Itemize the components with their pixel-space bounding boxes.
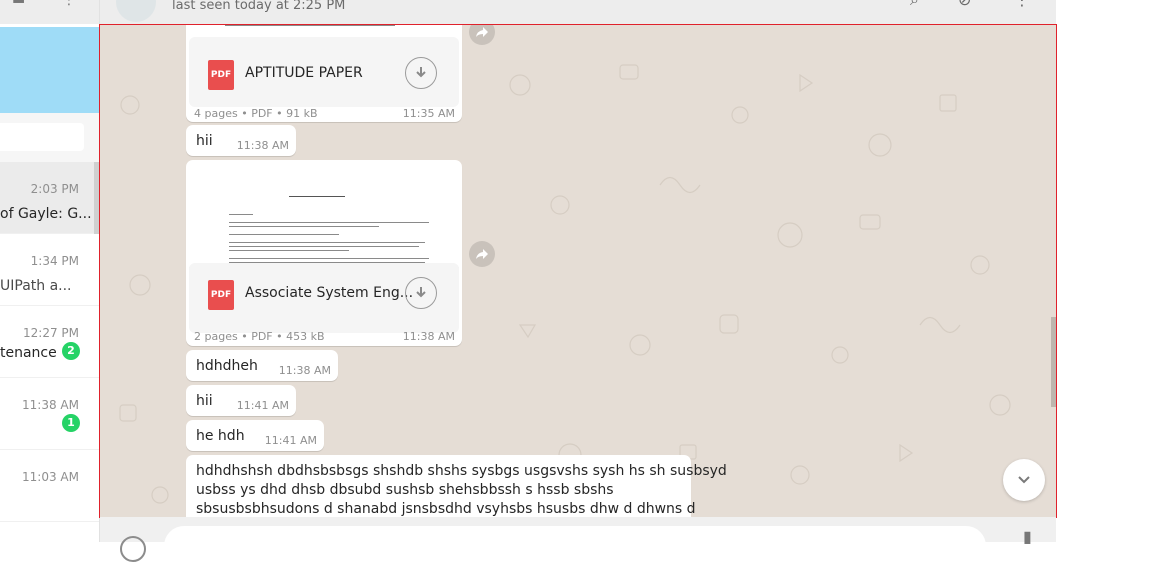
document-preview [189, 164, 459, 268]
pdf-icon: PDF [208, 60, 234, 90]
chat-list-item[interactable]: 2:03 PM of Gayle: G... [0, 162, 99, 234]
text-message[interactable]: hii 11:41 AM [186, 385, 296, 416]
download-icon [416, 67, 426, 78]
search-input[interactable] [0, 123, 84, 151]
pdf-icon: PDF [208, 280, 234, 310]
document-type: PDF [251, 107, 273, 120]
chat-list-item[interactable]: 11:38 AM 1 [0, 378, 99, 450]
chat-list-sidebar: ▬ ⋮ 2:03 PM of Gayle: G... 1:34 PM UIPat… [0, 0, 100, 542]
document-name: Associate System Eng... [245, 285, 414, 301]
document-size: 453 kB [286, 330, 325, 343]
document-message[interactable]: PDF Associate System Eng... 2 pages • PD… [186, 160, 462, 346]
meta-dot: • [276, 107, 283, 120]
meta-dot: • [276, 330, 283, 343]
chat-list-item[interactable]: 1:34 PM UIPath a... [0, 234, 99, 306]
chat-time: 11:38 AM [22, 398, 79, 412]
document-card[interactable]: PDF Associate System Eng... [189, 263, 459, 333]
message-text-line: hdhdhshsh dbdhsbsbsgs shshdb shshs sysbg… [196, 463, 727, 479]
meta-dot: • [241, 107, 248, 120]
message-text-line: sbsusbsbhsudons d shanabd jsnsbsdhd vsyh… [196, 501, 696, 517]
message-input[interactable] [164, 526, 986, 550]
chat-time: 2:03 PM [30, 182, 79, 196]
chat-preview: of Gayle: G... [0, 206, 92, 222]
mic-icon[interactable]: ▮ [1023, 527, 1032, 546]
document-size: 91 kB [286, 107, 318, 120]
text-message[interactable]: he hdh 11:41 AM [186, 420, 324, 451]
chat-preview: UIPath a... [0, 278, 72, 294]
attach-icon[interactable]: ⊘ [958, 0, 971, 9]
unread-badge: 1 [62, 414, 80, 432]
message-text: hii [196, 133, 213, 149]
sidebar-header: ▬ ⋮ [0, 0, 99, 24]
forward-icon [476, 249, 488, 259]
conversation-scrollbar[interactable] [1051, 317, 1056, 407]
document-meta: 2 pages • PDF • 453 kB [194, 330, 325, 343]
document-pages: 4 pages [194, 107, 238, 120]
forward-button[interactable] [469, 241, 495, 267]
document-meta: 4 pages • PDF • 91 kB [194, 107, 318, 120]
search-icon[interactable]: ⌕ [910, 0, 919, 10]
search-row [0, 113, 99, 162]
menu-icon[interactable]: ⋮ [62, 0, 76, 8]
meta-dot: • [241, 330, 248, 343]
message-time: 11:38 AM [402, 330, 455, 343]
conversation-panel: PDF APTITUDE PAPER 4 pages • PDF • 91 kB… [99, 24, 1057, 518]
document-card[interactable]: PDF APTITUDE PAPER [189, 37, 459, 107]
chat-list-item[interactable]: 12:27 PM tenance 2 [0, 306, 99, 378]
conversation-header: last seen today at 2:25 PM ⌕ ⊘ ⋮ [100, 0, 1056, 24]
chat-time: 1:34 PM [30, 254, 79, 268]
document-name: APTITUDE PAPER [245, 65, 363, 81]
chat-list-item[interactable]: 11:03 AM [0, 450, 99, 522]
text-message[interactable]: hii 11:38 AM [186, 125, 296, 156]
message-text: hdhdheh [196, 358, 258, 374]
document-pages: 2 pages [194, 330, 238, 343]
notification-banner[interactable] [0, 27, 99, 113]
text-message[interactable]: hdhdheh 11:38 AM [186, 350, 338, 381]
text-message[interactable]: hdhdhshsh dbdhsbsbsgs shshdb shshs sysbg… [186, 455, 727, 517]
message-text: he hdh [196, 428, 245, 444]
message-time: 11:41 AM [264, 434, 317, 447]
chat-time: 12:27 PM [23, 326, 79, 340]
chevron-down-icon [1018, 476, 1030, 484]
contact-status: last seen today at 2:25 PM [172, 0, 346, 13]
message-time: 11:35 AM [402, 107, 455, 120]
composer-bar: ▮ [100, 517, 1056, 562]
contact-avatar[interactable] [116, 0, 156, 22]
message-time: 11:38 AM [236, 139, 289, 152]
unread-badge: 2 [62, 342, 80, 360]
new-chat-icon[interactable]: ▬ [12, 0, 25, 8]
document-message[interactable]: PDF APTITUDE PAPER 4 pages • PDF • 91 kB… [186, 25, 462, 122]
document-preview [189, 25, 459, 33]
message-text-line: usbss ys dhd dhsb dbsubd sushsb shehsbbs… [196, 482, 614, 498]
menu-icon[interactable]: ⋮ [1014, 0, 1030, 9]
download-button[interactable] [405, 277, 437, 309]
message-time: 11:38 AM [278, 364, 331, 377]
forward-icon [476, 27, 488, 37]
chat-preview: tenance [0, 345, 57, 361]
scroll-to-bottom-button[interactable] [1003, 459, 1045, 501]
emoji-icon[interactable] [120, 536, 146, 562]
chat-time: 11:03 AM [22, 470, 79, 484]
download-icon [416, 287, 426, 298]
message-text: hii [196, 393, 213, 409]
document-type: PDF [251, 330, 273, 343]
download-button[interactable] [405, 57, 437, 89]
message-time: 11:41 AM [236, 399, 289, 412]
